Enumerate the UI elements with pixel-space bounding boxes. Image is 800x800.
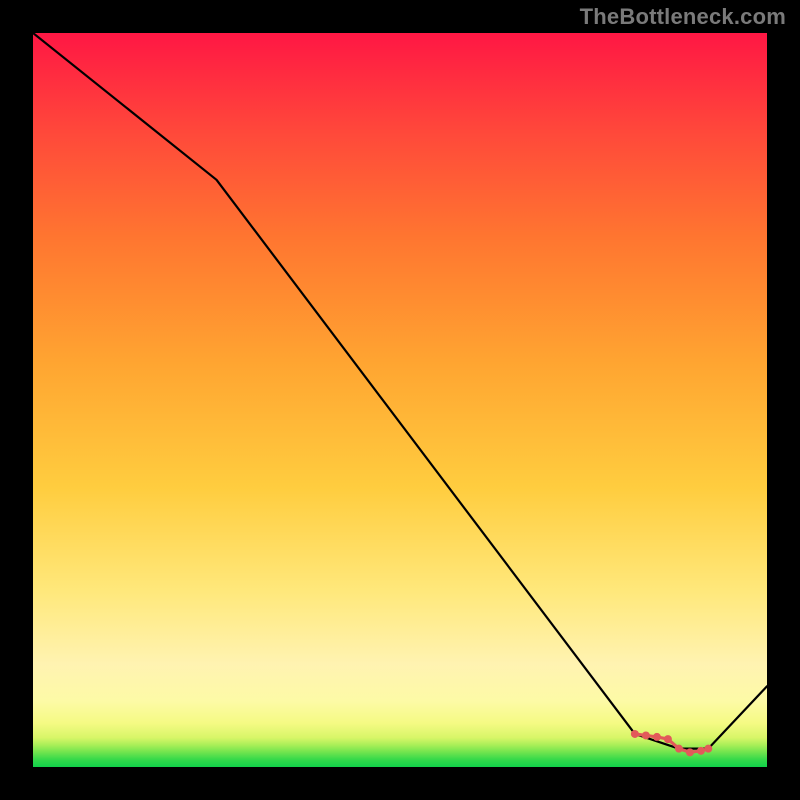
- chart-frame: TheBottleneck.com: [0, 0, 800, 800]
- attribution-text: TheBottleneck.com: [580, 4, 786, 30]
- marker-dot: [704, 745, 712, 753]
- chart-svg: [33, 33, 767, 767]
- chart-background: [33, 33, 767, 767]
- plot-area: [33, 33, 767, 767]
